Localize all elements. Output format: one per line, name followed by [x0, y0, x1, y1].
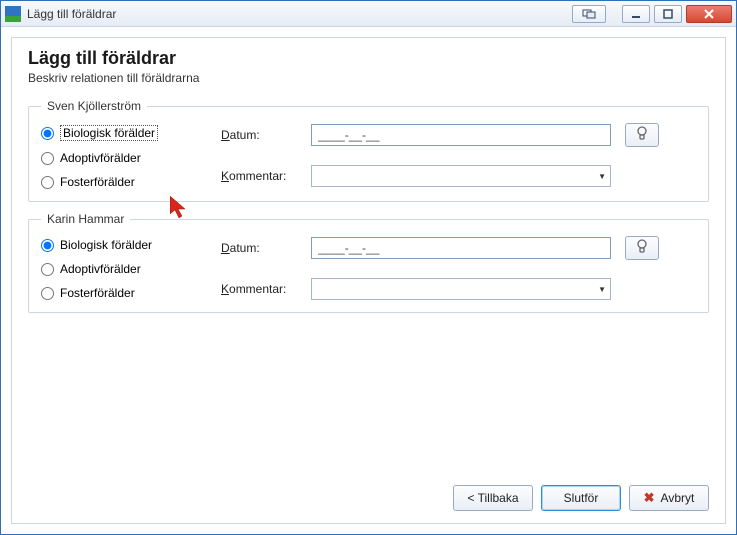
radio-bio-label-2: Biologisk förälder — [60, 238, 152, 252]
window: Lägg till föräldrar Lägg till föräldrar … — [0, 0, 737, 535]
radio-bio-1[interactable]: Biologisk förälder — [41, 125, 191, 141]
hint-button-2[interactable] — [625, 236, 659, 260]
radio-bio-label-1: Biologisk förälder — [60, 125, 158, 141]
page-title: Lägg till föräldrar — [28, 48, 709, 69]
radio-adopt-1[interactable]: Adoptivförälder — [41, 151, 191, 165]
radio-foster-label-2: Fosterförälder — [60, 286, 135, 300]
hint-button-1[interactable] — [625, 123, 659, 147]
parent-group-2: Karin Hammar Biologisk förälder Adoptivf… — [28, 212, 709, 313]
date-input-1[interactable] — [311, 124, 611, 146]
back-button-label: < Tillbaka — [467, 491, 518, 505]
lightbulb-icon — [636, 239, 648, 258]
radio-adopt-input-2[interactable] — [41, 263, 54, 276]
radio-adopt-2[interactable]: Adoptivförälder — [41, 262, 191, 276]
finish-button[interactable]: Slutför — [541, 485, 621, 511]
comment-label-2: Kommentar: — [221, 282, 301, 296]
window-controls — [572, 5, 732, 23]
cancel-button[interactable]: ✖ Avbryt — [629, 485, 709, 511]
wizard-buttons: < Tillbaka Slutför ✖ Avbryt — [28, 475, 709, 511]
content-outer: Lägg till föräldrar Beskriv relationen t… — [1, 27, 736, 534]
chevron-down-icon: ▼ — [598, 172, 606, 181]
maximize-button[interactable] — [654, 5, 682, 23]
radio-foster-label-1: Fosterförälder — [60, 175, 135, 189]
radio-adopt-label-2: Adoptivförälder — [60, 262, 141, 276]
lightbulb-icon — [636, 126, 648, 145]
radio-bio-input-2[interactable] — [41, 239, 54, 252]
window-title: Lägg till föräldrar — [27, 7, 572, 21]
relation-radios-1: Biologisk förälder Adoptivförälder Foste… — [41, 123, 191, 189]
comment-combo-1[interactable]: ▼ — [311, 165, 611, 187]
chevron-down-icon: ▼ — [598, 285, 606, 294]
comment-label-1: Kommentar: — [221, 169, 301, 183]
comment-combo-2[interactable]: ▼ — [311, 278, 611, 300]
main-area: Sven Kjöllerström Biologisk förälder Ado… — [28, 99, 709, 475]
content-panel: Lägg till föräldrar Beskriv relationen t… — [11, 37, 726, 524]
cancel-x-icon: ✖ — [644, 490, 655, 506]
app-icon — [5, 6, 21, 22]
radio-foster-2[interactable]: Fosterförälder — [41, 286, 191, 300]
date-input-2[interactable] — [311, 237, 611, 259]
close-button[interactable] — [686, 5, 732, 23]
radio-adopt-input-1[interactable] — [41, 152, 54, 165]
radio-foster-1[interactable]: Fosterförälder — [41, 175, 191, 189]
radio-bio-2[interactable]: Biologisk förälder — [41, 238, 191, 252]
parent-name-1: Sven Kjöllerström — [41, 99, 147, 113]
date-label-1: Datum: — [221, 128, 301, 142]
date-label-2: Datum: — [221, 241, 301, 255]
titlebar: Lägg till föräldrar — [1, 1, 736, 27]
parent-name-2: Karin Hammar — [41, 212, 130, 226]
relation-radios-2: Biologisk förälder Adoptivförälder Foste… — [41, 236, 191, 300]
radio-foster-input-2[interactable] — [41, 287, 54, 300]
minimize-button[interactable] — [622, 5, 650, 23]
back-button[interactable]: < Tillbaka — [453, 485, 533, 511]
cancel-button-label: Avbryt — [661, 491, 695, 505]
radio-foster-input-1[interactable] — [41, 176, 54, 189]
restore-helper-button[interactable] — [572, 5, 606, 23]
radio-bio-input-1[interactable] — [41, 127, 54, 140]
finish-button-label: Slutför — [564, 491, 599, 505]
page-subtitle: Beskriv relationen till föräldrarna — [28, 71, 709, 85]
parent-group-1: Sven Kjöllerström Biologisk förälder Ado… — [28, 99, 709, 202]
radio-adopt-label-1: Adoptivförälder — [60, 151, 141, 165]
